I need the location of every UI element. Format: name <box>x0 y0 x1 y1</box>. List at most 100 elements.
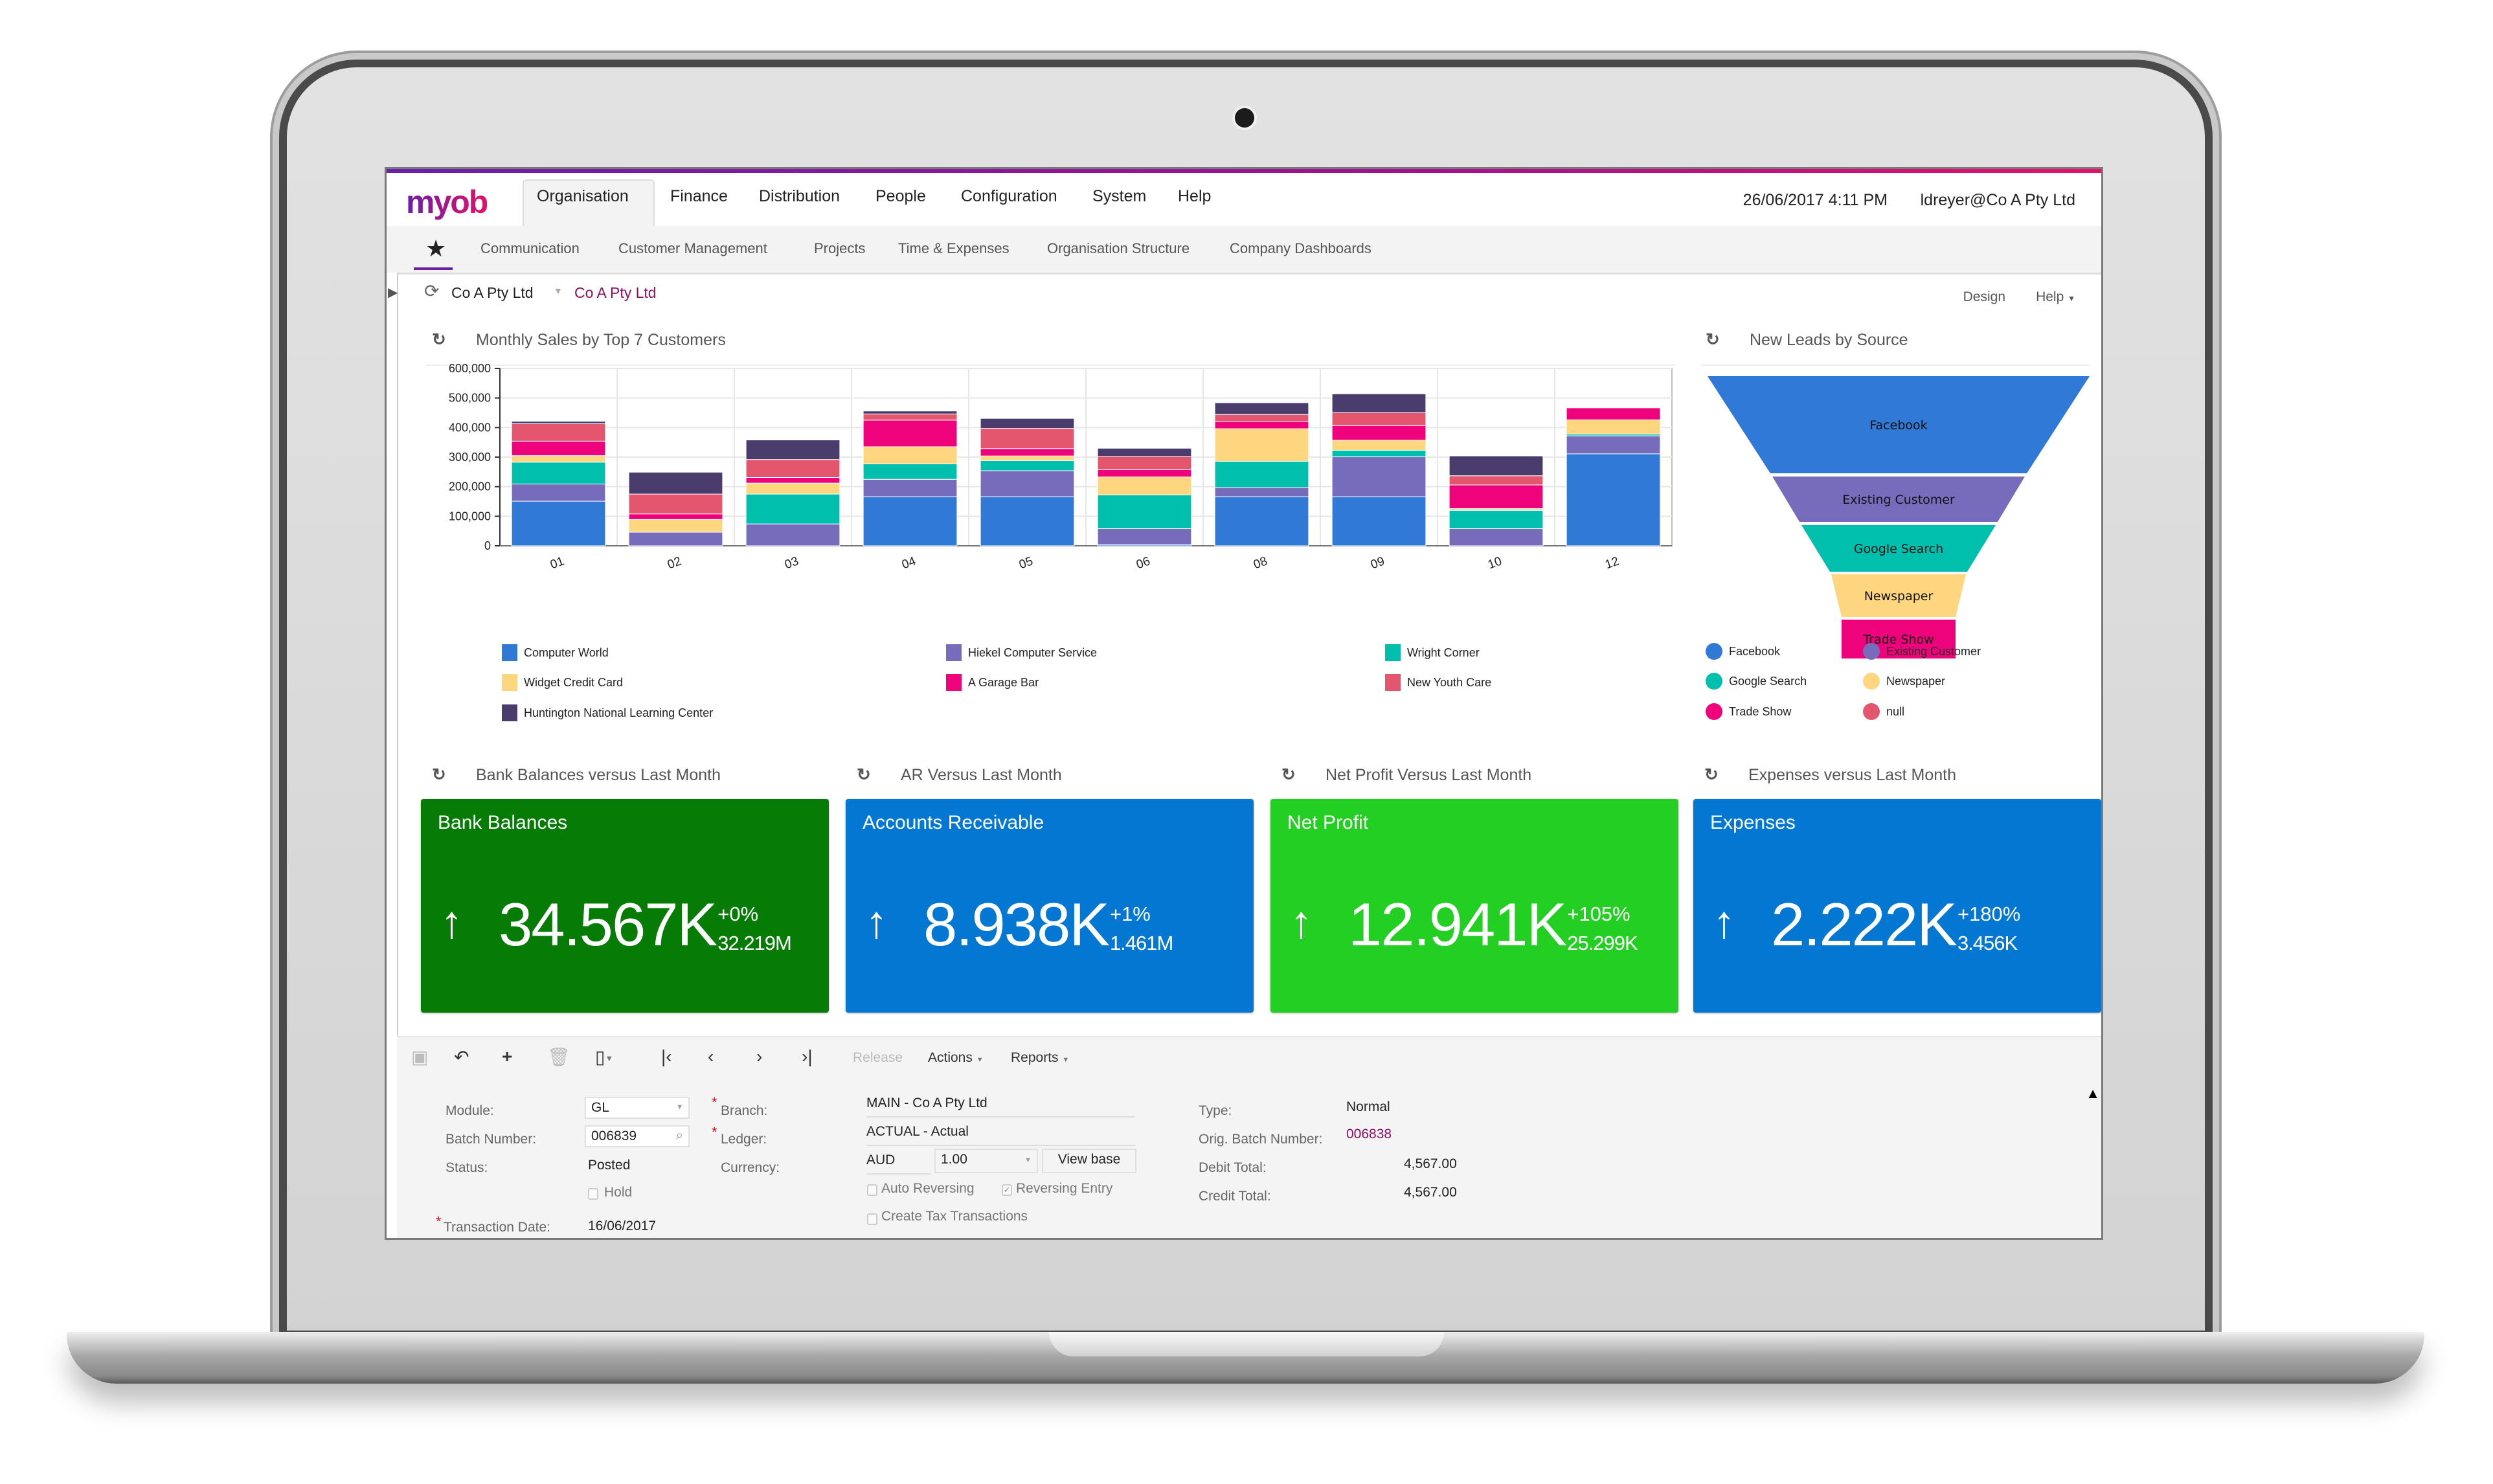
search-icon[interactable]: ⌕ <box>676 1129 683 1143</box>
save-icon[interactable]: ▣ <box>411 1046 428 1068</box>
subnav-time-expenses[interactable]: Time & Expenses <box>898 240 1010 257</box>
ledger-field[interactable]: ACTUAL - Actual <box>866 1124 1135 1146</box>
bar-segment[interactable] <box>863 446 958 465</box>
legend-item[interactable]: Huntington National Learning Center <box>502 704 713 721</box>
reports-menu[interactable]: Reports ▼ <box>1011 1050 1069 1066</box>
expand-sidebar-icon[interactable]: ▶ <box>388 284 398 300</box>
bar-segment[interactable] <box>863 410 958 414</box>
bar-segment[interactable] <box>863 420 958 447</box>
last-record-icon[interactable]: ›| <box>802 1046 813 1067</box>
actions-menu[interactable]: Actions ▼ <box>928 1050 984 1066</box>
bar-segment[interactable] <box>1214 460 1309 488</box>
bar-segment[interactable] <box>1331 393 1427 414</box>
nav-help[interactable]: Help <box>1178 187 1211 206</box>
bar-segment[interactable] <box>1214 421 1309 429</box>
bar-segment[interactable] <box>745 440 840 460</box>
bar-segment[interactable] <box>1331 449 1427 458</box>
bar-segment[interactable] <box>980 418 1075 429</box>
bar-segment[interactable] <box>511 484 606 502</box>
bar-segment[interactable] <box>511 423 606 442</box>
legend-item[interactable]: A Garage Bar <box>946 674 1039 691</box>
nav-system[interactable]: System <box>1092 187 1146 206</box>
breadcrumb-active[interactable]: Co A Pty Ltd <box>574 284 657 302</box>
subnav-customer-management[interactable]: Customer Management <box>618 240 767 257</box>
reversing-entry-checkbox[interactable]: ✓ <box>1002 1184 1012 1196</box>
subnav-projects[interactable]: Projects <box>814 240 865 257</box>
batch-number-input[interactable]: 006839 ⌕ <box>585 1125 690 1147</box>
bar-segment[interactable] <box>1214 496 1309 546</box>
bar-segment[interactable] <box>628 471 723 495</box>
kpi-tile[interactable]: Bank Balances ↑ 34.567K +0% 32.219M <box>421 799 829 1013</box>
collapse-icon[interactable]: ▲ <box>2086 1085 2100 1102</box>
refresh-icon[interactable]: ↻ <box>857 765 871 785</box>
bar-segment[interactable] <box>628 532 723 546</box>
star-icon[interactable]: ★ <box>425 235 446 262</box>
help-menu[interactable]: Help ▼ <box>2036 289 2075 305</box>
bar-segment[interactable] <box>511 421 606 424</box>
breadcrumb-company[interactable]: Co A Pty Ltd <box>451 284 534 302</box>
bar-segment[interactable] <box>745 459 840 478</box>
bar-segment[interactable] <box>1097 456 1192 470</box>
kpi-tile[interactable]: Expenses ↑ 2.222K +180% 3.456K <box>1693 799 2101 1013</box>
legend-item[interactable]: Newspaper <box>1863 673 1945 690</box>
bar-segment[interactable] <box>863 464 958 480</box>
user-menu[interactable]: ldreyer@Co A Pty Ltd <box>1921 191 2075 210</box>
myob-logo[interactable]: myob <box>406 183 488 221</box>
currency-field[interactable]: AUD <box>866 1152 931 1175</box>
bar-segment[interactable] <box>628 513 723 520</box>
refresh-icon[interactable]: ↻ <box>1706 330 1720 350</box>
bar-segment[interactable] <box>1214 414 1309 422</box>
bar-segment[interactable] <box>980 428 1075 449</box>
bar-segment[interactable] <box>511 455 606 463</box>
bar-segment[interactable] <box>1566 419 1661 434</box>
bar-segment[interactable] <box>1331 496 1427 546</box>
bar-segment[interactable] <box>745 523 840 546</box>
kpi-tile[interactable]: Net Profit ↑ 12.941K +105% 25.299K <box>1270 799 1678 1013</box>
transaction-date-value[interactable]: 16/06/2017 <box>588 1219 656 1234</box>
breadcrumb-dropdown-icon[interactable]: ▼ <box>554 286 563 296</box>
subnav-company-dashboards[interactable]: Company Dashboards <box>1230 240 1371 257</box>
legend-item[interactable]: Google Search <box>1706 673 1807 690</box>
bar-segment[interactable] <box>511 462 606 485</box>
bar-segment[interactable] <box>511 440 606 456</box>
bar-segment[interactable] <box>1214 428 1309 462</box>
orig-batch-link[interactable]: 006838 <box>1346 1127 1392 1142</box>
bar-segment[interactable] <box>863 478 958 497</box>
bar-segment[interactable] <box>1566 407 1661 420</box>
bar-segment[interactable] <box>1214 402 1309 415</box>
refresh-icon[interactable]: ↻ <box>432 330 446 350</box>
legend-item[interactable]: Widget Credit Card <box>502 674 623 691</box>
refresh-icon[interactable]: ↻ <box>432 765 446 785</box>
bar-segment[interactable] <box>745 482 840 495</box>
refresh-icon[interactable]: ↻ <box>1281 765 1296 785</box>
legend-item[interactable]: Hiekel Computer Service <box>946 644 1097 661</box>
bar-segment[interactable] <box>1331 425 1427 441</box>
bar-segment[interactable] <box>1331 456 1427 497</box>
bar-segment[interactable] <box>628 519 723 533</box>
legend-item[interactable]: Existing Customer <box>1863 643 1981 660</box>
bar-segment[interactable] <box>745 477 840 484</box>
view-base-button[interactable]: View base <box>1042 1149 1136 1173</box>
nav-finance[interactable]: Finance <box>670 187 728 206</box>
undo-icon[interactable]: ↶ <box>454 1046 469 1068</box>
bar-segment[interactable] <box>1449 510 1544 530</box>
release-button[interactable]: Release <box>853 1050 903 1066</box>
legend-item[interactable]: Wright Corner <box>1385 644 1480 661</box>
design-link[interactable]: Design <box>1963 289 2005 305</box>
bar-segment[interactable] <box>1331 412 1427 426</box>
bar-segment[interactable] <box>1449 484 1544 509</box>
bar-segment[interactable] <box>980 455 1075 461</box>
bar-segment[interactable] <box>1097 528 1192 545</box>
delete-icon[interactable]: 🗑 <box>547 1046 570 1068</box>
bar-segment[interactable] <box>1449 528 1544 546</box>
nav-configuration[interactable]: Configuration <box>961 187 1057 206</box>
rate-select[interactable]: 1.00 ▼ <box>934 1149 1038 1173</box>
bar-segment[interactable] <box>980 448 1075 456</box>
bar-segment[interactable] <box>1331 440 1427 451</box>
refresh-icon[interactable]: ↻ <box>1704 765 1719 785</box>
next-record-icon[interactable]: › <box>756 1046 762 1067</box>
first-record-icon[interactable]: |‹ <box>661 1046 672 1067</box>
bar-segment[interactable] <box>511 500 606 546</box>
bar-segment[interactable] <box>1097 494 1192 530</box>
hold-checkbox[interactable] <box>588 1188 598 1200</box>
